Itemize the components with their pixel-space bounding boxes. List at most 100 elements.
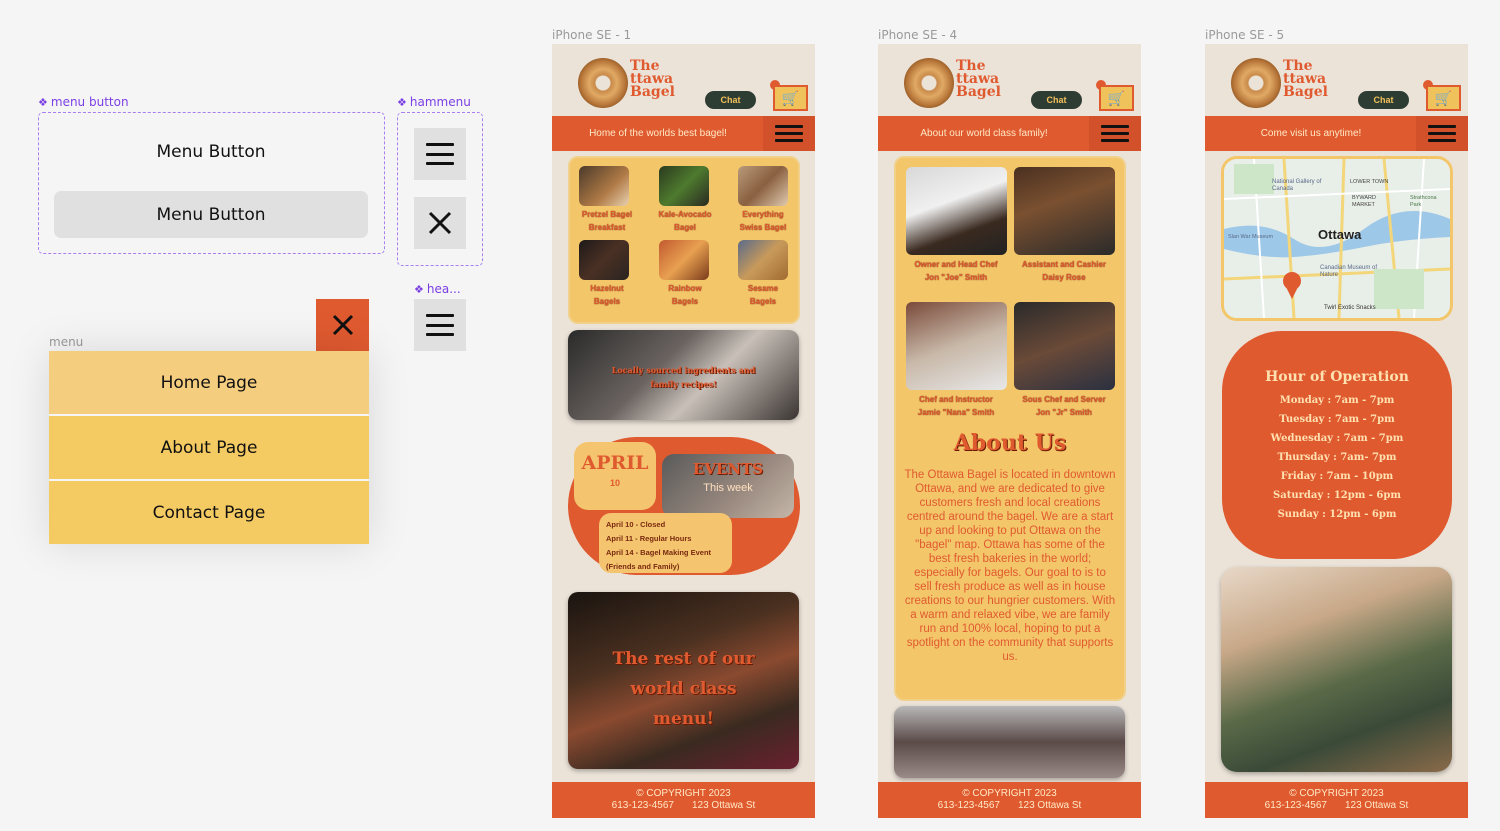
customer-photo — [1221, 567, 1452, 772]
map-city-label: Ottawa — [1318, 227, 1362, 242]
header-component-name: hea... — [426, 282, 461, 296]
menu-item-contact[interactable]: Contact Page — [49, 481, 369, 544]
events-photo: EVENTS This week — [662, 454, 794, 518]
bagel-caption: Pretzel Bagel Breakfast — [581, 210, 633, 232]
bagel-logo-icon — [578, 58, 628, 108]
menu-item-about[interactable]: About Page — [49, 416, 369, 479]
hours-title: Hour of Operation — [1265, 369, 1409, 385]
logo-text[interactable]: The ttawa Bagel — [956, 59, 1012, 100]
april-day: 10 — [609, 478, 620, 488]
hours-row: Thursday : 7am- 7pm — [1277, 452, 1397, 463]
promo-menu-card[interactable]: The rest of our world class menu! — [568, 592, 799, 769]
hamburger-icon — [426, 143, 454, 165]
logo-line: Bagel — [956, 84, 1001, 100]
map-place-label: Strathcona Park — [1410, 195, 1437, 208]
staff-photo-sous-chef — [1014, 302, 1115, 390]
april-badge: APRIL 10 — [574, 442, 656, 510]
hours-panel: Hour of Operation Monday : 7am - 7pm Tue… — [1222, 331, 1452, 559]
bagel-photo-kale[interactable] — [659, 166, 709, 206]
iphone-frame-contact: The ttawa Bagel Chat 🛒 Come visit us any… — [1205, 44, 1468, 818]
bagel-logo-icon — [1231, 58, 1281, 108]
nav-tagline: About our world class family! — [920, 128, 1048, 139]
cart-icon: 🛒 — [1107, 89, 1126, 106]
event-item: April 11 - Regular Hours — [606, 534, 692, 543]
staff-photo-owner — [906, 167, 1007, 255]
nav-bar: About our world class family! — [878, 116, 1141, 151]
bagel-photo-pretzel[interactable] — [579, 166, 629, 206]
map-place-label: BYWARD MARKET — [1352, 195, 1376, 208]
chat-button[interactable]: Chat — [705, 91, 756, 109]
address-text: 123 Ottawa St — [1344, 800, 1409, 811]
bagel-photo-sesame[interactable] — [738, 240, 788, 280]
footer: © COPYRIGHT 2023 613-123-4567 123 Ottawa … — [1205, 782, 1468, 818]
about-card: Owner and Head Chef Jon "Joe" Smith Assis… — [894, 156, 1126, 701]
staff-caption: Chef and Instructor Jamie "Nana" Smith — [917, 395, 995, 417]
staff-caption: Assistant and Cashier Daisy Rose — [1021, 260, 1107, 282]
nav-tagline: Come visit us anytime! — [1260, 128, 1362, 139]
hours-row: Tuesday : 7am - 7pm — [1279, 414, 1395, 425]
promo-menu-text: The rest of our world class menu! — [612, 649, 755, 729]
nav-bar: Come visit us anytime! — [1205, 116, 1468, 151]
header-component-label: ❖ hea... — [414, 282, 461, 296]
component-icon: ❖ — [38, 95, 48, 109]
cart-button[interactable]: 🛒 — [1426, 85, 1461, 111]
chat-button[interactable]: Chat — [1358, 91, 1409, 109]
nav-bar: Home of the worlds best bagel! — [552, 116, 815, 151]
menu-item-home[interactable]: Home Page — [49, 351, 369, 414]
bagel-caption: Rainbow Bagels — [668, 284, 702, 306]
bagel-caption: Sesame Bagels — [747, 284, 779, 306]
bagel-photo-hazelnut[interactable] — [579, 240, 629, 280]
nav-hamburger-button[interactable] — [1089, 116, 1141, 151]
copyright-text: © COPYRIGHT 2023 — [962, 788, 1057, 799]
cart-button[interactable]: 🛒 — [1099, 85, 1134, 111]
cart-button[interactable]: 🛒 — [773, 85, 808, 111]
map-place-label: National Gallery of Canada — [1272, 179, 1322, 192]
map-card[interactable]: Ottawa National Gallery of Canada LOWER … — [1221, 156, 1453, 321]
header-hamburger-button[interactable] — [414, 299, 466, 351]
address-text: 123 Ottawa St — [1017, 800, 1082, 811]
staff-caption: Sous Chef and Server Jon "Jr" Smith — [1022, 395, 1106, 417]
logo-text[interactable]: The ttawa Bagel — [630, 59, 686, 100]
header: The ttawa Bagel Chat 🛒 — [878, 44, 1141, 116]
map-place-label: Canadian Museum of Nature — [1320, 265, 1378, 278]
about-text: The Ottawa Bagel is located in downtown … — [904, 469, 1116, 663]
map-place-label: LOWER TOWN — [1350, 179, 1389, 185]
hammenu-component-name: hammenu — [409, 95, 471, 109]
nav-hamburger-button[interactable] — [1416, 116, 1468, 151]
phone-number[interactable]: 613-123-4567 — [938, 800, 1000, 811]
iphone-frame-home: The ttawa Bagel Chat 🛒 Home of the world… — [552, 44, 815, 818]
menu-close-button[interactable] — [316, 299, 369, 351]
copyright-text: © COPYRIGHT 2023 — [1289, 788, 1384, 799]
footer: © COPYRIGHT 2023 613-123-4567 123 Ottawa … — [552, 782, 815, 818]
bagel-caption: Kale-Avocado Bagel — [658, 210, 712, 232]
component-icon: ❖ — [414, 282, 424, 296]
bagel-photo-everything[interactable] — [738, 166, 788, 206]
promo-ingredients-text: Locally sourced ingredients and family re… — [611, 365, 756, 389]
promo-ingredients-card[interactable]: Locally sourced ingredients and family re… — [568, 330, 799, 420]
menu-button-default[interactable]: Menu Button — [54, 128, 368, 175]
bagel-photo-rainbow[interactable] — [659, 240, 709, 280]
logo-text[interactable]: The ttawa Bagel — [1283, 59, 1339, 99]
menu-button-component-label: ❖ menu button — [38, 95, 129, 109]
copyright-text: © COPYRIGHT 2023 — [636, 788, 731, 799]
nav-hamburger-button[interactable] — [763, 116, 815, 151]
hamburger-button[interactable] — [414, 128, 466, 180]
map-place-label: Twirl Exotic Snacks — [1324, 305, 1376, 311]
hours-row: Wednesday : 7am - 7pm — [1270, 433, 1404, 444]
hamburger-icon — [426, 314, 454, 336]
nav-tagline: Home of the worlds best bagel! — [589, 128, 727, 139]
frame-label-iphone-4: iPhone SE - 4 — [878, 28, 958, 42]
hours-row: Sunday : 12pm - 6pm — [1277, 509, 1397, 520]
component-icon: ❖ — [397, 95, 407, 109]
event-item: April 10 - Closed — [606, 520, 666, 529]
events-list: April 10 - Closed April 11 - Regular Hou… — [599, 513, 732, 573]
event-item: April 14 - Bagel Making Event — [606, 548, 712, 557]
bagel-grid: Pretzel Bagel Breakfast Kale-Avocado Bagel… — [568, 156, 800, 324]
menu-button-hover[interactable]: Menu Button — [54, 191, 368, 238]
hamburger-icon — [775, 125, 803, 142]
phone-number[interactable]: 613-123-4567 — [1265, 800, 1327, 811]
phone-number[interactable]: 613-123-4567 — [612, 800, 674, 811]
chat-button[interactable]: Chat — [1031, 91, 1082, 109]
close-button[interactable] — [414, 197, 466, 249]
logo-line: Bagel — [630, 84, 675, 100]
